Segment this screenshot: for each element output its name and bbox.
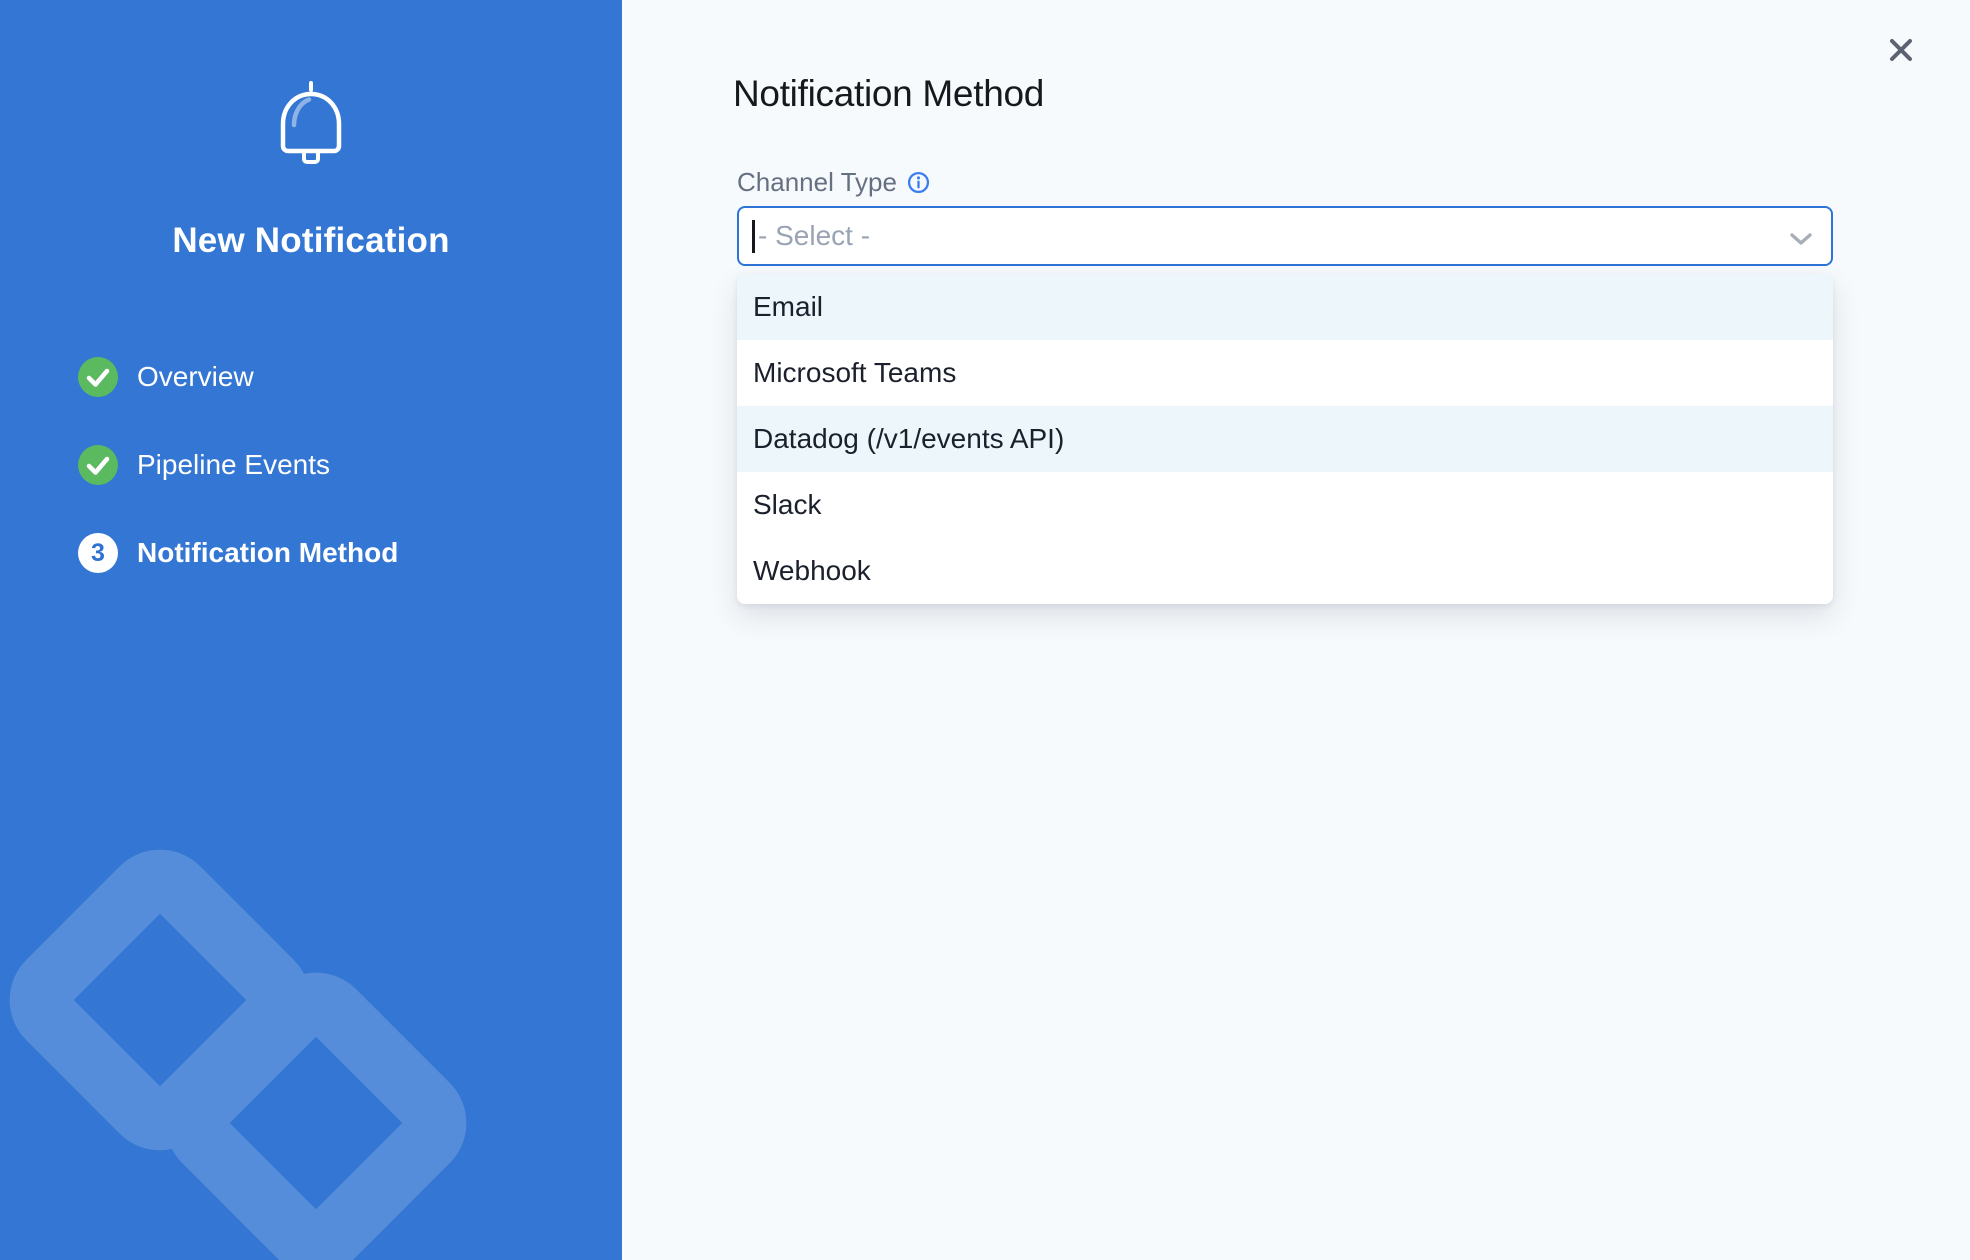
- step-label: Pipeline Events: [137, 449, 330, 481]
- page-title: Notification Method: [733, 72, 1044, 116]
- bell-icon: [277, 80, 345, 166]
- wizard-steps: Overview Pipeline Events 3 Notification …: [78, 357, 398, 621]
- channel-type-dropdown: Email Microsoft Teams Datadog (/v1/event…: [737, 274, 1833, 604]
- text-caret: [752, 220, 755, 253]
- option-datadog[interactable]: Datadog (/v1/events API): [737, 406, 1833, 472]
- brand-watermark: [0, 0, 622, 1260]
- option-microsoft-teams[interactable]: Microsoft Teams: [737, 340, 1833, 406]
- select-placeholder: - Select -: [758, 220, 870, 252]
- step-complete-check-icon: [78, 445, 118, 485]
- option-email[interactable]: Email: [737, 274, 1833, 340]
- chevron-down-icon: [1790, 233, 1812, 245]
- info-icon[interactable]: [907, 171, 930, 194]
- wizard-title: New Notification: [0, 219, 622, 263]
- channel-type-input[interactable]: - Select -: [737, 206, 1833, 266]
- close-icon: [1884, 33, 1918, 67]
- step-label: Notification Method: [137, 537, 398, 569]
- close-button[interactable]: [1884, 33, 1918, 67]
- option-slack[interactable]: Slack: [737, 472, 1833, 538]
- channel-type-label-row: Channel Type: [737, 166, 930, 198]
- step-complete-check-icon: [78, 357, 118, 397]
- step-pipeline-events[interactable]: Pipeline Events: [78, 445, 398, 485]
- step-label: Overview: [137, 361, 254, 393]
- option-webhook[interactable]: Webhook: [737, 538, 1833, 604]
- channel-type-label: Channel Type: [737, 166, 897, 198]
- step-notification-method[interactable]: 3 Notification Method: [78, 533, 398, 573]
- step-number-badge: 3: [78, 533, 118, 573]
- wizard-sidebar: New Notification Overview Pipeline Event…: [0, 0, 622, 1260]
- step-overview[interactable]: Overview: [78, 357, 398, 397]
- notification-method-panel: Notification Method Channel Type - Selec…: [622, 0, 1970, 1260]
- new-notification-modal: New Notification Overview Pipeline Event…: [0, 0, 1970, 1260]
